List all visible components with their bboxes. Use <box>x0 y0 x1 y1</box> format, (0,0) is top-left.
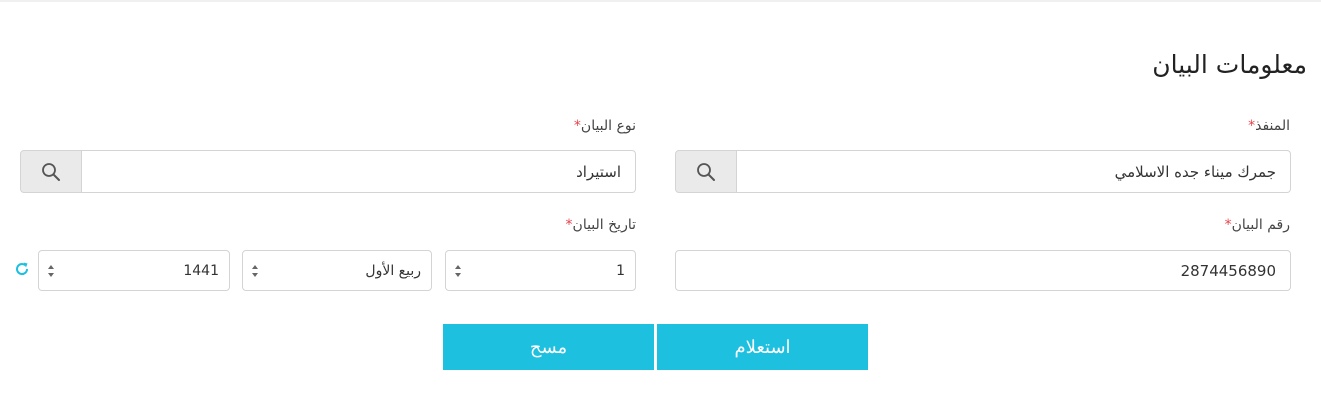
search-icon <box>42 162 60 181</box>
top-divider <box>0 0 1321 2</box>
updown-arrows-icon <box>47 264 55 278</box>
port-label-text: المنفذ <box>1255 118 1290 134</box>
month-select[interactable]: ربيع الأول <box>242 250 432 291</box>
year-select[interactable]: 1441 <box>38 250 230 291</box>
declaration-type-search-button[interactable] <box>20 150 82 193</box>
updown-arrows-icon <box>251 264 259 278</box>
day-select[interactable]: 1 <box>445 250 636 291</box>
clear-button[interactable]: مسح <box>443 324 654 370</box>
required-marker: * <box>1224 217 1232 233</box>
declaration-type-label: نوع البيان* <box>574 118 636 134</box>
declaration-info-page: معلومات البيان المنفذ* جمرك ميناء جده ال… <box>0 0 1321 404</box>
day-value: 1 <box>616 262 625 279</box>
port-input[interactable]: جمرك ميناء جده الاسلامي <box>737 150 1291 193</box>
query-button[interactable]: استعلام <box>657 324 868 370</box>
year-value: 1441 <box>183 262 219 279</box>
search-icon <box>697 162 715 181</box>
declaration-date-label-text: تاريخ البيان <box>572 217 636 233</box>
required-marker: * <box>565 217 573 233</box>
port-field: جمرك ميناء جده الاسلامي <box>675 150 1291 193</box>
declaration-number-label-text: رقم البيان <box>1231 217 1290 233</box>
port-search-button[interactable] <box>675 150 737 193</box>
declaration-number-input[interactable]: 2874456890 <box>675 250 1291 291</box>
required-marker: * <box>573 118 581 134</box>
updown-arrows-icon <box>454 264 462 278</box>
section-title: معلومات البيان <box>1152 50 1307 79</box>
port-label: المنفذ* <box>1248 118 1290 134</box>
declaration-type-input[interactable]: استيراد <box>82 150 636 193</box>
declaration-date-label: تاريخ البيان* <box>566 217 636 233</box>
refresh-icon[interactable] <box>13 260 31 278</box>
month-value: ربيع الأول <box>365 262 421 279</box>
declaration-type-field: استيراد <box>20 150 636 193</box>
declaration-number-label: رقم البيان* <box>1225 217 1290 233</box>
declaration-type-label-text: نوع البيان <box>580 118 636 134</box>
